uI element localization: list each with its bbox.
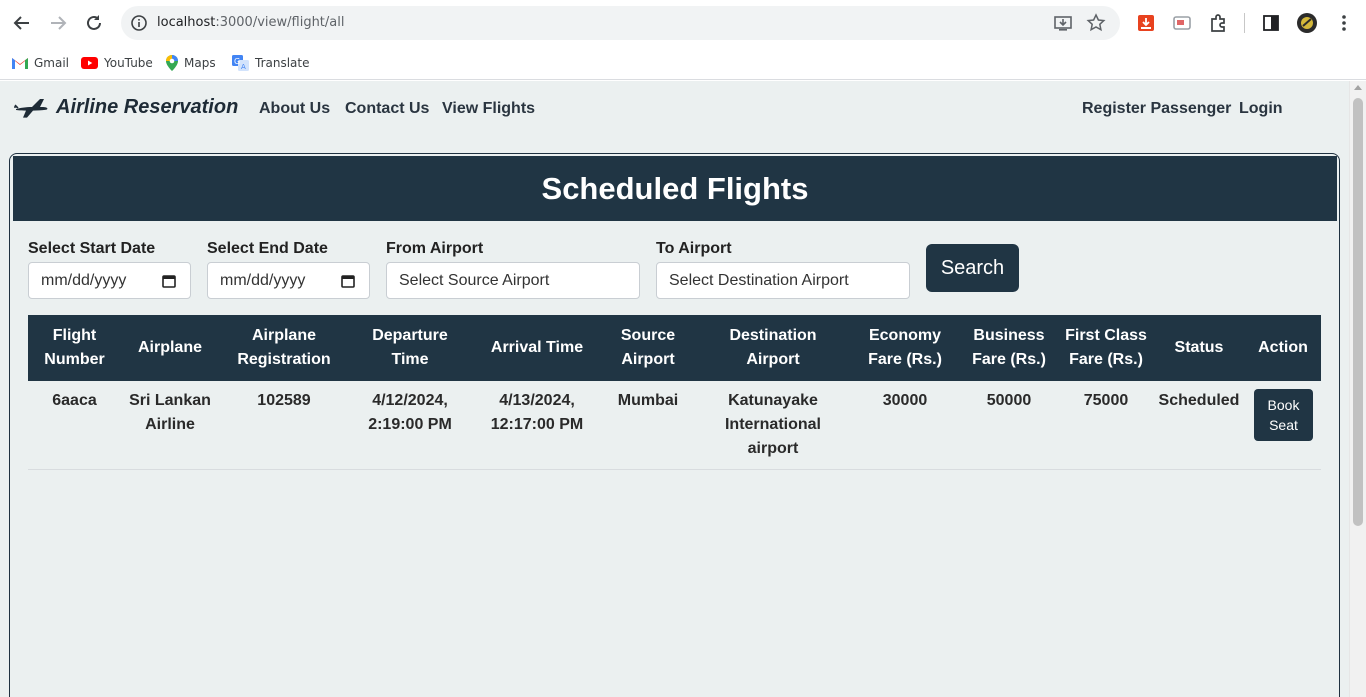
end-date-input[interactable]: mm/dd/yyyy: [207, 262, 370, 299]
side-panel-icon[interactable]: [1260, 12, 1282, 34]
start-date-label: Select Start Date: [28, 240, 156, 257]
app-navbar: Airline Reservation About Us Contact Us …: [0, 81, 1349, 137]
airplane-logo-icon: [14, 98, 48, 118]
cell-source: Mumbai: [617, 392, 679, 409]
nav-about-us[interactable]: About Us: [259, 100, 330, 118]
cell-status: Scheduled: [1158, 392, 1240, 409]
brand-name: Airline Reservation: [56, 96, 239, 118]
from-airport-label: From Airport: [386, 240, 484, 257]
browser-toolbar: localhost:3000/view/flight/all: [0, 0, 1366, 46]
reload-icon[interactable]: [82, 11, 106, 35]
page-title: Scheduled Flights: [541, 170, 809, 206]
to-airport-select[interactable]: Select Destination Airport: [656, 262, 910, 299]
bookmark-label: Gmail: [34, 56, 70, 70]
page-viewport: Airline Reservation About Us Contact Us …: [0, 81, 1349, 697]
forward-icon[interactable]: [46, 11, 70, 35]
brand[interactable]: Airline Reservation: [14, 96, 238, 119]
bookmark-label: YouTube: [104, 56, 153, 70]
th-economy-fare: Economy Fare (Rs.): [868, 327, 942, 368]
bookmark-label: Maps: [184, 56, 216, 70]
cell-flight-number: 6aaca: [52, 392, 97, 409]
start-date-placeholder: mm/dd/yyyy: [41, 271, 127, 289]
extensions-icon[interactable]: [1207, 12, 1229, 34]
page-scrollbar[interactable]: [1349, 81, 1366, 697]
cell-first-class-fare: 75000: [1083, 392, 1129, 409]
cell-destination: Katunayake International airport: [724, 392, 821, 457]
book-seat-button[interactable]: Book Seat: [1254, 389, 1313, 441]
th-status: Status: [1174, 339, 1224, 356]
extension-cast-icon[interactable]: [1171, 12, 1193, 34]
extension-download-icon[interactable]: [1135, 12, 1157, 34]
bookmark-label: Translate: [255, 56, 310, 70]
to-airport-placeholder: Select Destination Airport: [669, 271, 849, 289]
address-bar[interactable]: localhost:3000/view/flight/all: [121, 6, 1120, 40]
scroll-thumb[interactable]: [1353, 98, 1363, 526]
nav-login[interactable]: Login: [1239, 100, 1283, 118]
chrome-menu-icon[interactable]: [1333, 12, 1355, 34]
th-airplane-registration: Airplane Registration: [237, 327, 331, 368]
bookmark-star-icon[interactable]: [1086, 13, 1106, 33]
bookmark-maps[interactable]: Maps: [166, 53, 216, 73]
youtube-icon: [81, 57, 98, 69]
nav-view-flights[interactable]: View Flights: [442, 100, 535, 118]
th-business-fare: Business Fare (Rs.): [972, 327, 1046, 368]
scroll-up-arrow-icon[interactable]: [1354, 85, 1362, 90]
search-button[interactable]: Search: [926, 244, 1019, 292]
svg-text:G: G: [234, 57, 240, 66]
from-airport-placeholder: Select Source Airport: [399, 271, 550, 289]
cell-registration: 102589: [257, 392, 311, 409]
from-airport-select[interactable]: Select Source Airport: [386, 262, 640, 299]
bookmarks-bar: Gmail YouTube Maps GA Translate: [0, 46, 1366, 80]
th-airplane: Airplane: [137, 339, 202, 356]
back-icon[interactable]: [10, 11, 34, 35]
cell-economy-fare: 30000: [882, 392, 928, 409]
th-action: Action: [1258, 339, 1308, 356]
th-flight-number: Flight Number: [44, 327, 105, 368]
nav-contact-us[interactable]: Contact Us: [345, 100, 429, 118]
gmail-icon: [12, 58, 28, 69]
bookmark-gmail[interactable]: Gmail: [12, 53, 69, 73]
cell-departure: 4/12/2024, 2:19:00 PM: [368, 392, 452, 433]
end-date-label: Select End Date: [207, 240, 328, 257]
maps-icon: [166, 55, 178, 71]
th-departure-time: Departure Time: [372, 327, 448, 368]
to-airport-label: To Airport: [656, 240, 732, 257]
table-header: Flight Number Airplane Airplane Registrati…: [28, 315, 1321, 381]
card-header: Scheduled Flights: [13, 156, 1337, 221]
cell-airplane: Sri Lankan Airline: [129, 392, 211, 433]
translate-icon: GA: [232, 55, 249, 71]
th-source-airport: Source Airport: [620, 327, 676, 368]
url-host: localhost: [157, 15, 216, 30]
url-path: :3000/view/flight/all: [215, 15, 345, 30]
cell-business-fare: 50000: [986, 392, 1032, 409]
install-app-icon[interactable]: [1053, 13, 1073, 33]
toolbar-separator: [1244, 13, 1245, 33]
bookmark-translate[interactable]: GA Translate: [232, 53, 310, 73]
svg-text:A: A: [241, 63, 246, 71]
th-first-class-fare: First Class Fare (Rs.): [1065, 327, 1147, 368]
nav-register-passenger[interactable]: Register Passenger: [1082, 100, 1231, 118]
profile-avatar[interactable]: [1296, 12, 1318, 34]
flights-card: Scheduled Flights Select Start Date mm/d…: [9, 153, 1340, 697]
calendar-icon[interactable]: [341, 274, 355, 288]
url-text: localhost:3000/view/flight/all: [157, 15, 344, 30]
th-destination-airport: Destination Airport: [729, 327, 817, 368]
row-divider: [28, 469, 1321, 470]
end-date-placeholder: mm/dd/yyyy: [220, 271, 306, 289]
cell-arrival: 4/13/2024, 12:17:00 PM: [490, 392, 584, 433]
th-arrival-time: Arrival Time: [490, 339, 584, 356]
bookmark-youtube[interactable]: YouTube: [81, 53, 153, 73]
site-info-icon[interactable]: [129, 13, 149, 33]
start-date-input[interactable]: mm/dd/yyyy: [28, 262, 191, 299]
calendar-icon[interactable]: [162, 274, 176, 288]
